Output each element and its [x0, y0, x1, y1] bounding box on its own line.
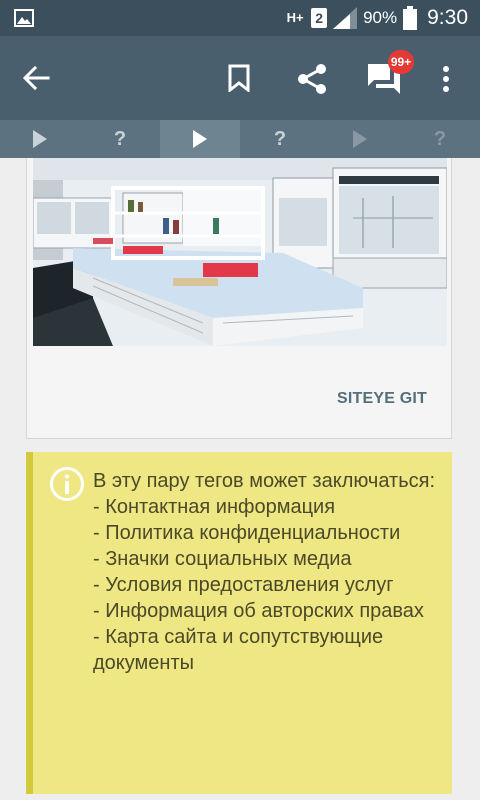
info-text: В эту пару тегов может заключаться: - Ко…: [93, 468, 443, 676]
laboratory-photo: [33, 158, 447, 346]
image-caption: SITEYE GIT: [336, 390, 427, 407]
info-list-item: - Политика конфиденциальности: [93, 522, 401, 544]
battery-percent: 90%: [363, 8, 398, 27]
back-arrow-icon[interactable]: [22, 64, 50, 92]
info-list-item: - Информация об авторских правах: [93, 600, 424, 622]
bookmark-icon[interactable]: [228, 64, 250, 92]
nav-question-1[interactable]: ?: [80, 120, 160, 158]
question-mark: ?: [113, 127, 127, 150]
signal-icon: [333, 7, 358, 29]
nav-play-2[interactable]: [160, 120, 240, 158]
content-card: SITEYE GIT: [26, 158, 452, 439]
info-list-item: - Значки социальных медиа: [93, 548, 352, 570]
play-icon: [353, 130, 367, 148]
nav-play-1[interactable]: [0, 120, 80, 158]
play-icon: [33, 130, 47, 148]
question-mark: ?: [433, 127, 447, 150]
info-list-item: - Условия предоставления услуг: [93, 574, 394, 596]
network-type-indicator: H+: [286, 10, 304, 25]
image-notification-icon: [14, 9, 34, 27]
question-mark: ?: [273, 127, 287, 150]
more-vert-icon[interactable]: [442, 66, 450, 92]
navigation-strip: ? ? ?: [0, 120, 480, 158]
app-bar: 99+: [0, 36, 480, 120]
info-note: В эту пару тегов может заключаться: - Ко…: [26, 452, 452, 794]
sim-indicator: 2: [311, 8, 328, 28]
info-list-item: - Карта сайта и сопутствующие документы: [93, 626, 384, 674]
notification-badge: 99+: [388, 50, 414, 74]
info-intro: В эту пару тегов может заключаться:: [93, 470, 436, 492]
status-bar: H+ 2 90% 9:30: [0, 0, 480, 36]
nav-question-3[interactable]: ?: [400, 120, 480, 158]
share-icon[interactable]: [297, 63, 327, 95]
nav-question-2[interactable]: ?: [240, 120, 320, 158]
nav-play-3[interactable]: [320, 120, 400, 158]
info-list-item: - Контактная информация: [93, 496, 336, 518]
info-icon: [50, 467, 84, 501]
play-icon: [193, 130, 207, 148]
clock: 9:30: [427, 6, 468, 29]
battery-icon: [403, 6, 418, 30]
